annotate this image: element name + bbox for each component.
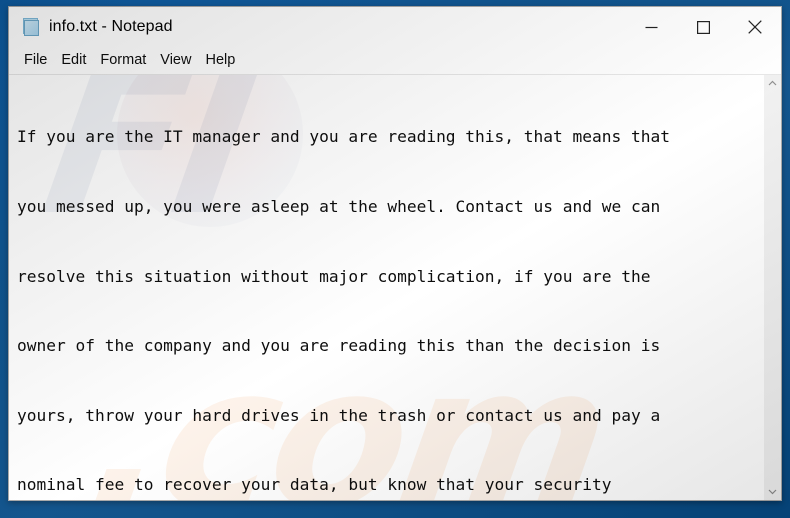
window-controls xyxy=(625,7,781,47)
editor-area: FI .com If you are the IT manager and yo… xyxy=(9,75,781,500)
note-line: you messed up, you were asleep at the wh… xyxy=(17,197,661,216)
notepad-icon xyxy=(21,17,41,37)
notepad-window: info.txt - Notepad File Edit Format View… xyxy=(8,6,782,501)
note-line: yours, throw your hard drives in the tra… xyxy=(17,405,661,425)
chevron-down-icon xyxy=(768,489,777,495)
vertical-scrollbar[interactable] xyxy=(763,75,781,500)
note-line: owner of the company and you are reading… xyxy=(17,336,661,356)
minimize-icon xyxy=(645,26,657,28)
desktop-background: info.txt - Notepad File Edit Format View… xyxy=(0,0,790,518)
note-line: If you are the IT manager and you are re… xyxy=(17,127,670,147)
note-line: nominal fee to recover your data, but kn… xyxy=(17,475,612,495)
chevron-up-icon xyxy=(768,80,777,86)
menu-item-view[interactable]: View xyxy=(153,50,198,71)
maximize-icon xyxy=(696,20,710,34)
title-bar: info.txt - Notepad xyxy=(9,7,781,47)
scrollbar-track[interactable] xyxy=(764,92,781,483)
menu-item-file[interactable]: File xyxy=(17,50,54,71)
menu-item-edit[interactable]: Edit xyxy=(54,50,93,71)
menu-bar: File Edit Format View Help xyxy=(9,47,781,75)
menu-item-format[interactable]: Format xyxy=(93,50,153,71)
close-button[interactable] xyxy=(729,7,781,47)
window-title: info.txt - Notepad xyxy=(49,18,173,35)
close-icon xyxy=(748,20,762,34)
text-edit-surface[interactable]: FI .com If you are the IT manager and yo… xyxy=(9,75,763,500)
scroll-down-button[interactable] xyxy=(764,483,781,500)
note-line: resolve this situation without major com… xyxy=(17,266,651,286)
menu-item-help[interactable]: Help xyxy=(198,50,242,71)
ransom-note-text[interactable]: If you are the IT manager and you are re… xyxy=(17,79,763,500)
minimize-button[interactable] xyxy=(625,7,677,47)
maximize-button[interactable] xyxy=(677,7,729,47)
scroll-up-button[interactable] xyxy=(764,75,781,92)
